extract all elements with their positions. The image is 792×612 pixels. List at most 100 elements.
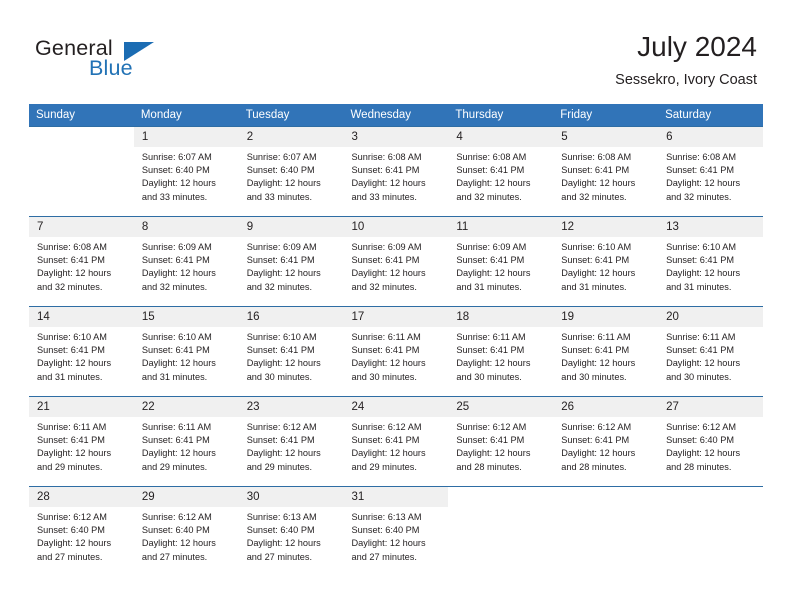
calendar-day-cell[interactable]: 25 Sunrise: 6:12 AM Sunset: 6:41 PM Dayligh… (448, 396, 554, 487)
sunset-text: Sunset: 6:40 PM (351, 525, 420, 536)
sunset-text: Sunset: 6:41 PM (456, 165, 525, 176)
day-number: 26 (553, 397, 659, 417)
calendar-day-cell[interactable]: 22 Sunrise: 6:11 AM Sunset: 6:41 PM Dayligh… (133, 396, 239, 487)
daylight-text-line1: Daylight: 12 hours (666, 448, 741, 459)
calendar-day-cell[interactable]: 17 Sunrise: 6:11 AM Sunset: 6:41 PM Dayligh… (343, 306, 449, 397)
daylight-text-line1: Daylight: 12 hours (351, 358, 426, 369)
day-number: 2 (238, 127, 344, 147)
day-details: Sunrise: 6:13 AM Sunset: 6:40 PM Daylight:… (239, 507, 344, 564)
daylight-text-line2: and 30 minutes. (456, 371, 522, 382)
day-number: 4 (448, 127, 554, 147)
calendar-day-cell[interactable]: 11 Sunrise: 6:09 AM Sunset: 6:41 PM Dayligh… (448, 216, 554, 307)
day-number: 22 (133, 397, 239, 417)
day-number: 5 (553, 127, 659, 147)
day-details: Sunrise: 6:11 AM Sunset: 6:41 PM Daylight:… (29, 417, 134, 474)
day-details: Sunrise: 6:08 AM Sunset: 6:41 PM Daylight:… (658, 147, 763, 204)
calendar-day-cell[interactable]: 29 Sunrise: 6:12 AM Sunset: 6:40 PM Dayligh… (133, 486, 239, 576)
day-number: 13 (658, 217, 763, 237)
daylight-text-line2: and 31 minutes. (666, 281, 732, 292)
calendar-day-cell[interactable]: 13 Sunrise: 6:10 AM Sunset: 6:41 PM Dayligh… (658, 216, 763, 307)
calendar-day-cell[interactable]: 5 Sunrise: 6:08 AM Sunset: 6:41 PM Daylight… (553, 126, 659, 217)
sunset-text: Sunset: 6:41 PM (561, 255, 630, 266)
daylight-text-line1: Daylight: 12 hours (37, 358, 112, 369)
sunset-text: Sunset: 6:41 PM (141, 255, 210, 266)
daylight-text-line2: and 29 minutes. (37, 461, 103, 472)
day-number: 24 (343, 397, 449, 417)
calendar-day-cell[interactable]: 3 Sunrise: 6:08 AM Sunset: 6:41 PM Daylight… (343, 126, 449, 217)
daylight-text-line2: and 27 minutes. (246, 551, 313, 562)
calendar-day-cell[interactable]: 16 Sunrise: 6:10 AM Sunset: 6:41 PM Dayligh… (238, 306, 344, 397)
day-number: 16 (238, 307, 344, 327)
calendar-day-cell[interactable]: 19 Sunrise: 6:11 AM Sunset: 6:41 PM Dayligh… (553, 306, 659, 397)
sunset-text: Sunset: 6:41 PM (141, 345, 210, 356)
day-details: Sunrise: 6:12 AM Sunset: 6:40 PM Daylight:… (658, 417, 763, 474)
daylight-text-line1: Daylight: 12 hours (141, 268, 216, 279)
calendar-day-cell[interactable]: 9 Sunrise: 6:09 AM Sunset: 6:41 PM Daylight… (238, 216, 344, 307)
day-details: Sunrise: 6:11 AM Sunset: 6:41 PM Daylight:… (344, 327, 449, 384)
day-details: Sunrise: 6:12 AM Sunset: 6:41 PM Daylight:… (239, 417, 344, 474)
sunset-text: Sunset: 6:41 PM (37, 255, 105, 266)
day-details: Sunrise: 6:10 AM Sunset: 6:41 PM Daylight:… (239, 327, 344, 384)
day-number (448, 487, 554, 507)
day-details: Sunrise: 6:09 AM Sunset: 6:41 PM Daylight:… (239, 237, 344, 294)
calendar-day-cell[interactable]: 10 Sunrise: 6:09 AM Sunset: 6:41 PM Dayligh… (343, 216, 449, 307)
day-number: 3 (343, 127, 449, 147)
day-number: 14 (29, 307, 134, 327)
daylight-text-line2: and 32 minutes. (351, 281, 417, 292)
day-number: 9 (238, 217, 344, 237)
day-number: 7 (29, 217, 134, 237)
sunset-text: Sunset: 6:41 PM (561, 345, 630, 356)
day-details: Sunrise: 6:10 AM Sunset: 6:41 PM Daylight:… (134, 327, 239, 384)
general-blue-logo[interactable]: General Blue (35, 36, 265, 88)
calendar-day-cell[interactable]: 24 Sunrise: 6:12 AM Sunset: 6:41 PM Dayligh… (343, 396, 449, 487)
calendar-day-cell[interactable]: 27 Sunrise: 6:12 AM Sunset: 6:40 PM Dayligh… (658, 396, 763, 487)
day-number: 17 (343, 307, 449, 327)
calendar-day-cell[interactable]: 6 Sunrise: 6:08 AM Sunset: 6:41 PM Daylight… (658, 126, 763, 217)
calendar-day-cell[interactable]: 26 Sunrise: 6:12 AM Sunset: 6:41 PM Dayligh… (553, 396, 659, 487)
calendar-day-cell[interactable]: 8 Sunrise: 6:09 AM Sunset: 6:41 PM Daylight… (133, 216, 239, 307)
day-details: Sunrise: 6:12 AM Sunset: 6:41 PM Daylight:… (344, 417, 449, 474)
sunrise-text: Sunrise: 6:08 AM (37, 242, 107, 252)
daylight-text-line1: Daylight: 12 hours (141, 358, 216, 369)
daylight-text-line2: and 33 minutes. (351, 191, 417, 202)
calendar-day-cell[interactable]: 7 Sunrise: 6:08 AM Sunset: 6:41 PM Daylight… (29, 216, 134, 307)
day-details: Sunrise: 6:11 AM Sunset: 6:41 PM Daylight:… (134, 417, 239, 474)
day-details: Sunrise: 6:10 AM Sunset: 6:41 PM Daylight:… (553, 237, 658, 294)
calendar-week-row: 14 Sunrise: 6:10 AM Sunset: 6:41 PM Dayligh… (29, 306, 763, 397)
sunrise-text: Sunrise: 6:12 AM (666, 422, 737, 432)
daylight-text-line2: and 32 minutes. (141, 281, 208, 292)
calendar-day-cell[interactable]: 30 Sunrise: 6:13 AM Sunset: 6:40 PM Dayligh… (238, 486, 344, 576)
day-number: 31 (343, 487, 449, 507)
calendar-day-cell[interactable]: 1 Sunrise: 6:07 AM Sunset: 6:40 PM Daylight… (133, 126, 239, 217)
calendar-day-cell[interactable]: 28 Sunrise: 6:12 AM Sunset: 6:40 PM Dayligh… (29, 486, 134, 576)
calendar-cell-empty (553, 486, 659, 576)
sunset-text: Sunset: 6:41 PM (666, 255, 734, 266)
sunset-text: Sunset: 6:41 PM (456, 435, 525, 446)
day-details: Sunrise: 6:10 AM Sunset: 6:41 PM Daylight:… (658, 237, 763, 294)
day-number: 23 (238, 397, 344, 417)
calendar-day-cell[interactable]: 21 Sunrise: 6:11 AM Sunset: 6:41 PM Dayligh… (29, 396, 134, 487)
calendar-day-cell[interactable]: 20 Sunrise: 6:11 AM Sunset: 6:41 PM Dayligh… (658, 306, 763, 397)
calendar-day-cell[interactable]: 2 Sunrise: 6:07 AM Sunset: 6:40 PM Daylight… (238, 126, 344, 217)
calendar-day-cell[interactable]: 15 Sunrise: 6:10 AM Sunset: 6:41 PM Dayligh… (133, 306, 239, 397)
sunrise-text: Sunrise: 6:08 AM (666, 152, 737, 162)
day-number (29, 127, 134, 147)
sunrise-text: Sunrise: 6:12 AM (351, 422, 422, 432)
daylight-text-line2: and 27 minutes. (37, 551, 103, 562)
daylight-text-line1: Daylight: 12 hours (561, 358, 636, 369)
calendar-day-cell[interactable]: 14 Sunrise: 6:10 AM Sunset: 6:41 PM Dayligh… (29, 306, 134, 397)
calendar-day-cell[interactable]: 23 Sunrise: 6:12 AM Sunset: 6:41 PM Dayligh… (238, 396, 344, 487)
calendar-day-cell[interactable]: 18 Sunrise: 6:11 AM Sunset: 6:41 PM Dayligh… (448, 306, 554, 397)
calendar-day-cell[interactable]: 12 Sunrise: 6:10 AM Sunset: 6:41 PM Dayligh… (553, 216, 659, 307)
calendar-cell-empty (658, 486, 763, 576)
daylight-text-line2: and 30 minutes. (666, 371, 732, 382)
daylight-text-line1: Daylight: 12 hours (246, 448, 321, 459)
calendar-week-row: 1 Sunrise: 6:07 AM Sunset: 6:40 PM Daylight… (29, 126, 763, 217)
calendar-day-cell[interactable]: 31 Sunrise: 6:13 AM Sunset: 6:40 PM Dayligh… (343, 486, 449, 576)
daylight-text-line1: Daylight: 12 hours (456, 358, 531, 369)
calendar-day-cell[interactable]: 4 Sunrise: 6:08 AM Sunset: 6:41 PM Daylight… (448, 126, 554, 217)
daylight-text-line1: Daylight: 12 hours (456, 268, 531, 279)
calendar-week-row: 21 Sunrise: 6:11 AM Sunset: 6:41 PM Dayligh… (29, 396, 763, 487)
day-details: Sunrise: 6:09 AM Sunset: 6:41 PM Daylight:… (448, 237, 553, 294)
sunrise-text: Sunrise: 6:09 AM (456, 242, 527, 252)
